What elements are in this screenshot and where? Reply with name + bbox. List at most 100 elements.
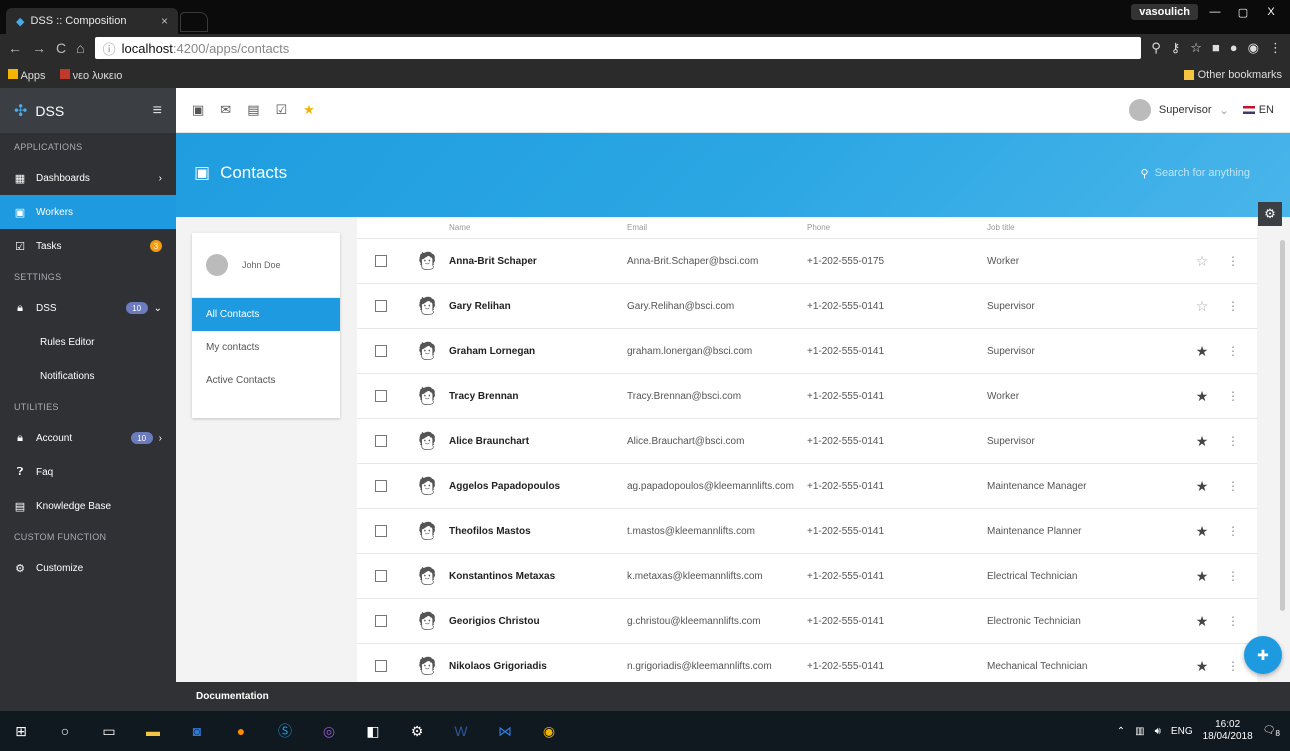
row-checkbox[interactable]: [357, 435, 405, 447]
table-row[interactable]: 🧑︎ Konstantinos Metaxas k.metaxas@kleema…: [357, 554, 1257, 599]
more-vert-icon[interactable]: ⋮: [1227, 389, 1247, 403]
table-row[interactable]: 🧑︎ Anna-Brit Schaper Anna-Brit.Schaper@b…: [357, 239, 1257, 284]
star-outline-icon[interactable]: ☆: [1177, 298, 1227, 315]
info-icon[interactable]: ⓘ: [103, 39, 116, 58]
browser-tab[interactable]: ◆ DSS :: Composition ×: [6, 8, 178, 34]
todo-icon[interactable]: ☑: [276, 102, 288, 118]
table-row[interactable]: 🧑︎ Graham Lornegan graham.lonergan@bsci.…: [357, 329, 1257, 374]
filter-my-contacts[interactable]: My contacts: [192, 331, 340, 364]
hamburger-menu-icon[interactable]: ≡: [153, 102, 162, 120]
row-checkbox[interactable]: [357, 615, 405, 627]
sidebar-item-customize[interactable]: ⚙ Customize: [0, 551, 176, 585]
key-icon[interactable]: ⚷: [1171, 40, 1181, 56]
language-selector[interactable]: EN: [1242, 104, 1274, 116]
chrome-icon[interactable]: ◉: [538, 720, 560, 742]
documentation-link[interactable]: Documentation: [196, 691, 269, 702]
settings-gear-icon[interactable]: ⚙: [1258, 202, 1282, 226]
sidebar-item-dashboards[interactable]: ▦ Dashboards ›: [0, 161, 176, 195]
star-filled-icon[interactable]: ★: [1177, 433, 1227, 450]
tray-chevron-up-icon[interactable]: ⌃: [1117, 726, 1125, 737]
volume-icon[interactable]: 🔊︎: [1155, 726, 1161, 737]
window-user[interactable]: vasoulich: [1131, 4, 1198, 20]
file-explorer-icon[interactable]: ▬: [142, 720, 164, 742]
notification-center-icon[interactable]: 🗨︎8: [1263, 725, 1280, 738]
scrollbar[interactable]: [1280, 240, 1285, 611]
maximize-button[interactable]: ▢: [1232, 6, 1254, 19]
sidebar-item-notifications[interactable]: Notifications: [0, 359, 176, 393]
clock[interactable]: 16:02 18/04/2018: [1203, 719, 1253, 743]
star-filled-icon[interactable]: ★: [1177, 658, 1227, 675]
table-row[interactable]: 🧑︎ Aggelos Papadopoulos ag.papadopoulos@…: [357, 464, 1257, 509]
star-icon[interactable]: ★: [303, 102, 315, 118]
new-tab-button[interactable]: [180, 12, 208, 32]
settings-app-icon[interactable]: ⚙: [406, 720, 428, 742]
more-vert-icon[interactable]: ⋮: [1227, 254, 1247, 268]
sidebar-item-knowledge-base[interactable]: ▤ Knowledge Base: [0, 489, 176, 523]
viber-icon[interactable]: ◎: [318, 720, 340, 742]
sidebar-item-account[interactable]: 🔒︎ Account 10 ›: [0, 421, 176, 455]
table-row[interactable]: 🧑︎ Gary Relihan Gary.Relihan@bsci.com +1…: [357, 284, 1257, 329]
star-filled-icon[interactable]: ★: [1177, 523, 1227, 540]
more-vert-icon[interactable]: ⋮: [1227, 659, 1247, 673]
search-icon[interactable]: ○: [54, 720, 76, 742]
table-row[interactable]: 🧑︎ Tracy Brennan Tracy.Brennan@bsci.com …: [357, 374, 1257, 419]
row-checkbox[interactable]: [357, 300, 405, 312]
more-vert-icon[interactable]: ⋮: [1227, 569, 1247, 583]
row-checkbox[interactable]: [357, 255, 405, 267]
minimize-button[interactable]: —: [1204, 6, 1226, 18]
header-email[interactable]: Email: [627, 223, 807, 232]
reload-icon[interactable]: C: [56, 40, 66, 56]
star-filled-icon[interactable]: ★: [1177, 613, 1227, 630]
sidebar-item-workers[interactable]: ▣ Workers: [0, 195, 176, 229]
bookmark-school[interactable]: νεο λυκειο: [59, 68, 122, 82]
header-name[interactable]: Name: [449, 223, 627, 232]
outlook-icon[interactable]: ◙: [186, 720, 208, 742]
table-row[interactable]: 🧑︎ Nikolaos Grigoriadis n.grigoriadis@kl…: [357, 644, 1257, 682]
search-input[interactable]: ⚲ Search for anything: [1141, 167, 1250, 180]
firefox-icon[interactable]: ●: [230, 720, 252, 742]
network-icon[interactable]: ▥: [1135, 726, 1144, 737]
url-input[interactable]: ⓘ localhost:4200/apps/contacts: [94, 37, 1142, 59]
more-vert-icon[interactable]: ⋮: [1227, 614, 1247, 628]
table-row[interactable]: 🧑︎ Theofilos Mastos t.mastos@kleemannlif…: [357, 509, 1257, 554]
extension-circle-icon[interactable]: ●: [1230, 40, 1238, 56]
row-checkbox[interactable]: [357, 480, 405, 492]
skype-icon[interactable]: Ⓢ: [274, 720, 296, 742]
more-vert-icon[interactable]: ⋮: [1227, 524, 1247, 538]
bookmark-apps[interactable]: Apps: [8, 68, 46, 82]
sidebar-item-tasks[interactable]: ☑ Tasks 3: [0, 229, 176, 263]
browser-menu-icon[interactable]: ⋮: [1269, 40, 1282, 56]
more-vert-icon[interactable]: ⋮: [1227, 344, 1247, 358]
sidebar-item-rules-editor[interactable]: Rules Editor: [0, 325, 176, 359]
other-bookmarks[interactable]: Other bookmarks: [1183, 69, 1282, 81]
contacts-icon[interactable]: ▤: [247, 102, 259, 118]
filter-all-contacts[interactable]: All Contacts: [192, 298, 340, 331]
row-checkbox[interactable]: [357, 525, 405, 537]
sidebar-item-dss[interactable]: 🔒︎ DSS 10 ⌄: [0, 291, 176, 325]
zoom-icon[interactable]: ⚲: [1151, 40, 1161, 56]
star-filled-icon[interactable]: ★: [1177, 388, 1227, 405]
header-phone[interactable]: Phone: [807, 223, 987, 232]
tab-close-icon[interactable]: ×: [161, 14, 168, 28]
task-view-icon[interactable]: ▭: [98, 720, 120, 742]
word-icon[interactable]: W: [450, 720, 472, 742]
more-vert-icon[interactable]: ⋮: [1227, 299, 1247, 313]
vscode-icon[interactable]: ⋈: [494, 720, 516, 742]
more-vert-icon[interactable]: ⋮: [1227, 434, 1247, 448]
star-filled-icon[interactable]: ★: [1177, 568, 1227, 585]
extension-icon[interactable]: ■: [1212, 40, 1220, 56]
back-icon[interactable]: ←: [8, 40, 22, 56]
sidebar-item-faq[interactable]: ❓︎ Faq: [0, 455, 176, 489]
tray-language[interactable]: ENG: [1171, 726, 1193, 737]
app-icon[interactable]: ◧: [362, 720, 384, 742]
user-menu[interactable]: Supervisor ⌄: [1128, 99, 1229, 121]
mail-icon[interactable]: ✉: [220, 102, 231, 118]
more-vert-icon[interactable]: ⋮: [1227, 479, 1247, 493]
calendar-icon[interactable]: ▣: [192, 102, 204, 118]
table-row[interactable]: 🧑︎ Alice Braunchart Alice.Brauchart@bsci…: [357, 419, 1257, 464]
row-checkbox[interactable]: [357, 660, 405, 672]
close-window-button[interactable]: X: [1260, 6, 1282, 18]
table-row[interactable]: 🧑︎ Georigios Christou g.christou@kleeman…: [357, 599, 1257, 644]
star-filled-icon[interactable]: ★: [1177, 343, 1227, 360]
row-checkbox[interactable]: [357, 345, 405, 357]
